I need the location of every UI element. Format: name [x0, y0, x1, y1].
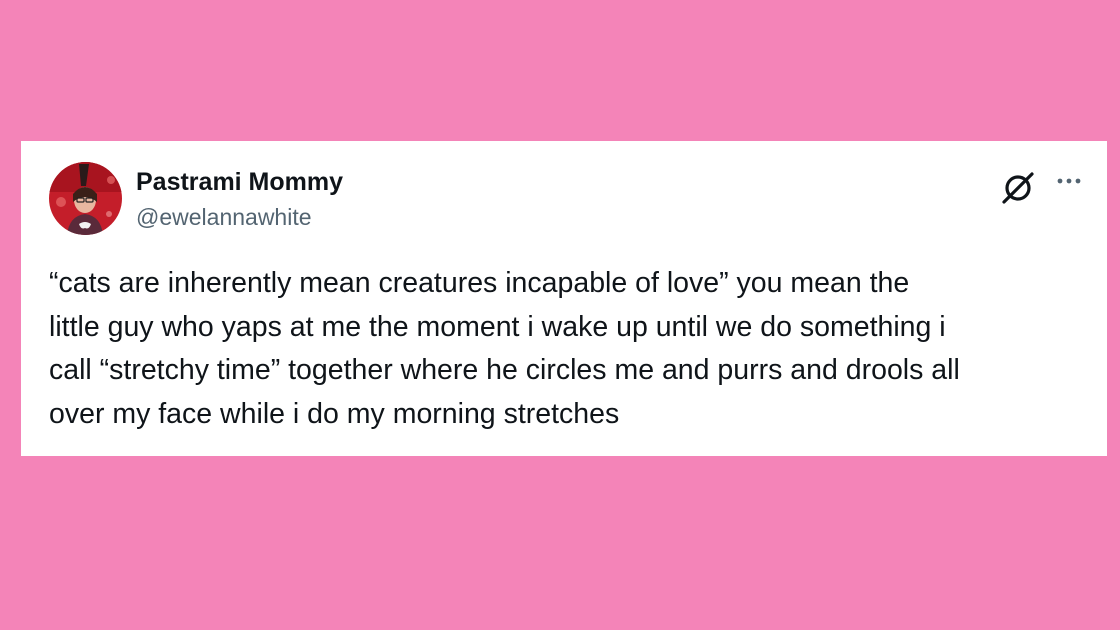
tweet-text: “cats are inherently mean creatures inca… — [49, 267, 960, 430]
author-handle[interactable]: @ewelannawhite — [136, 203, 312, 231]
x-logo-icon[interactable] — [1001, 171, 1035, 205]
profile-photo-icon — [49, 162, 122, 235]
author-display-name[interactable]: Pastrami Mommy — [136, 167, 343, 197]
avatar[interactable] — [49, 162, 122, 235]
tweet-card: Pastrami Mommy @ewelannawhite “cats are … — [21, 141, 1107, 456]
more-options-icon[interactable] — [1055, 169, 1083, 193]
